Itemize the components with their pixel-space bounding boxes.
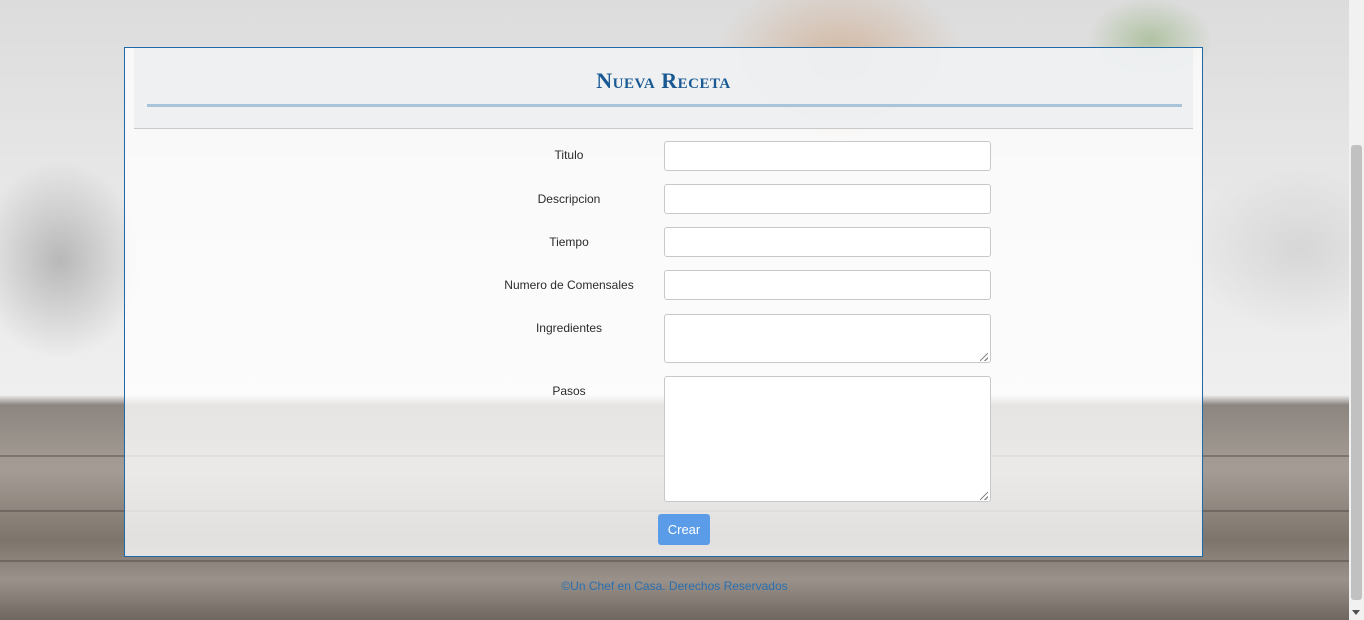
page-title: Nueva Receta [596, 68, 731, 93]
panel-header: Nueva Receta [134, 48, 1193, 129]
scroll-down-arrow-icon[interactable] [1352, 610, 1360, 615]
create-button[interactable]: Crear [658, 514, 710, 545]
titulo-input[interactable] [664, 141, 991, 171]
descripcion-input[interactable] [664, 184, 991, 214]
page-scrollbar[interactable] [1349, 0, 1364, 620]
tiempo-label: Tiempo [549, 235, 589, 249]
wood-grain-line [0, 560, 1349, 562]
ingredientes-textarea[interactable] [664, 314, 991, 363]
resize-grip-icon[interactable] [980, 492, 988, 500]
ingredientes-label: Ingredientes [535, 321, 603, 335]
scrollbar-thumb[interactable] [1351, 145, 1362, 600]
title-divider [147, 104, 1182, 107]
titulo-label: Titulo [554, 148, 584, 162]
numero-comensales-input[interactable] [664, 270, 991, 300]
resize-grip-icon[interactable] [980, 353, 988, 361]
pasos-label: Pasos [552, 384, 586, 398]
footer-copyright[interactable]: ©Un Chef en Casa. Derechos Reservados [0, 579, 1349, 593]
pasos-textarea[interactable] [664, 376, 991, 502]
numero-comensales-label: Numero de Comensales [504, 278, 634, 292]
descripcion-label: Descripcion [537, 192, 601, 206]
tiempo-input[interactable] [664, 227, 991, 257]
new-recipe-panel: Nueva Receta Titulo Descripcion Tiempo N… [124, 47, 1203, 557]
